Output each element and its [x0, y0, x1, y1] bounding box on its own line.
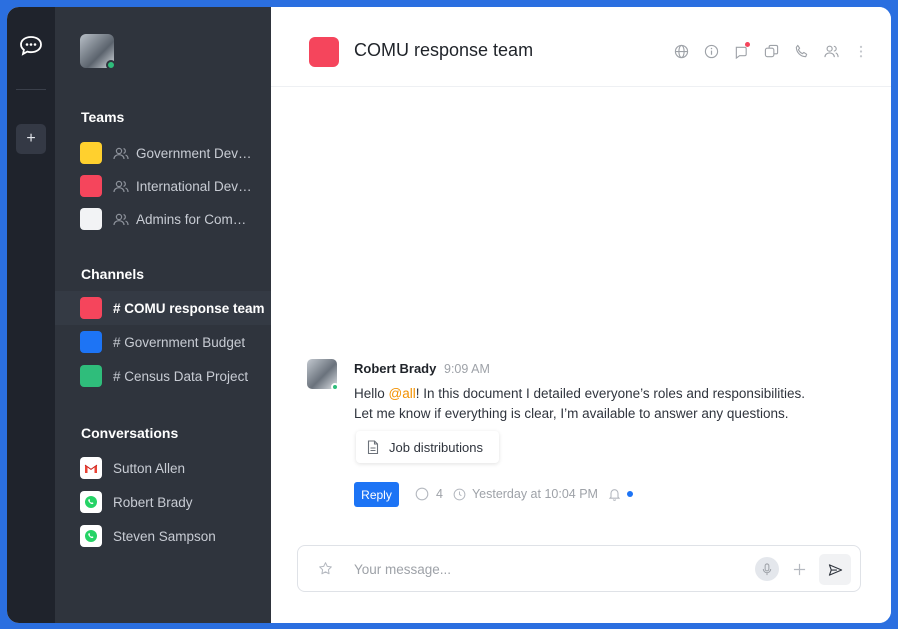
message-author-avatar[interactable] — [307, 359, 339, 391]
room-header: COMU response team — [271, 7, 891, 87]
last-reply-time: Yesterday at 10:04 PM — [453, 487, 598, 501]
sidebar-item-label: Steven Sampson — [113, 528, 216, 544]
channels-heading: Channels — [81, 266, 145, 282]
message-text: Let me know if everything is clear, I’m … — [354, 406, 789, 421]
room-title: COMU response team — [354, 40, 534, 60]
room-avatar — [309, 37, 339, 67]
mention-link[interactable]: @all — [389, 386, 416, 401]
sidebar-channel-comu-response-team[interactable]: # COMU response team — [55, 291, 271, 325]
reply-count[interactable]: 4 — [415, 487, 443, 501]
team-avatar — [80, 175, 102, 197]
gmail-icon — [80, 457, 102, 479]
sidebar: Teams Government Development Internation… — [55, 7, 271, 623]
follow-thread-button[interactable] — [608, 487, 633, 501]
channel-avatar — [80, 331, 102, 353]
team-icon — [113, 212, 129, 226]
workspace-rail: + — [7, 7, 55, 623]
sidebar-item-label: # Census Data Project — [113, 368, 249, 384]
document-icon — [367, 439, 379, 454]
message-text: ! In this document I detailed everyone’s… — [415, 386, 805, 401]
message-input[interactable] — [354, 558, 734, 580]
message-text: Hello — [354, 386, 389, 401]
globe-icon[interactable] — [673, 43, 689, 59]
last-reply-value: Yesterday at 10:04 PM — [471, 487, 598, 501]
unread-indicator — [745, 42, 750, 47]
send-button[interactable] — [819, 554, 851, 585]
clock-icon — [453, 488, 466, 500]
plus-icon[interactable] — [788, 558, 810, 580]
sidebar-item-label: # Government Budget — [113, 334, 246, 350]
star-icon[interactable] — [318, 561, 333, 576]
online-status-indicator — [106, 60, 116, 70]
rail-divider — [16, 89, 46, 90]
sidebar-item-label: # COMU response team — [113, 300, 265, 316]
chat-bubble-icon — [415, 487, 429, 501]
microphone-icon[interactable] — [755, 557, 779, 581]
room-main: COMU response team Robert Brady 9:09 AM … — [271, 7, 891, 623]
sidebar-conversation-robert-brady[interactable]: Robert Brady — [55, 485, 271, 519]
sidebar-item-label: International Development — [136, 178, 254, 194]
online-status-indicator — [331, 383, 339, 391]
sidebar-conversation-steven-sampson[interactable]: Steven Sampson — [55, 519, 271, 553]
info-icon[interactable] — [703, 43, 719, 59]
threads-icon[interactable] — [733, 42, 750, 59]
members-icon[interactable] — [823, 43, 839, 59]
sidebar-item-label: Government Development — [136, 145, 254, 161]
whatsapp-icon — [80, 525, 102, 547]
bell-icon — [608, 489, 621, 501]
reply-button[interactable]: Reply — [354, 482, 399, 507]
chat-logo-icon[interactable] — [18, 33, 44, 59]
attachment-name: Job distributions — [389, 439, 483, 455]
app-window: + Teams Government Development Internati… — [7, 7, 891, 623]
sidebar-channel-census-data-project[interactable]: # Census Data Project — [55, 359, 271, 393]
sidebar-team-international-development[interactable]: International Development — [55, 169, 271, 203]
sidebar-item-label: Robert Brady — [113, 494, 193, 510]
team-avatar — [80, 208, 102, 230]
room-toolbar — [673, 42, 869, 59]
add-workspace-button[interactable]: + — [16, 124, 46, 154]
teams-heading: Teams — [81, 109, 125, 125]
team-icon — [113, 179, 129, 193]
sidebar-team-government-development[interactable]: Government Development — [55, 136, 271, 170]
sidebar-channel-government-budget[interactable]: # Government Budget — [55, 325, 271, 359]
sidebar-item-label: Sutton Allen — [113, 460, 186, 476]
thread-metadata: 4 Yesterday at 10:04 PM — [415, 487, 633, 501]
call-icon[interactable] — [793, 43, 809, 59]
reply-count-value: 4 — [436, 487, 443, 501]
unread-indicator — [626, 491, 633, 497]
send-icon — [828, 563, 842, 576]
conversations-heading: Conversations — [81, 425, 179, 441]
whatsapp-icon — [80, 491, 102, 513]
message-body: Hello @all! In this document I detailed … — [354, 384, 824, 424]
user-avatar[interactable] — [80, 34, 116, 70]
channel-avatar — [80, 365, 102, 387]
sidebar-team-admins[interactable]: Admins for Community — [55, 202, 271, 236]
message-author[interactable]: Robert Brady — [354, 361, 436, 376]
team-avatar — [80, 142, 102, 164]
sidebar-conversation-sutton-allen[interactable]: Sutton Allen — [55, 451, 271, 485]
kebab-icon[interactable] — [853, 43, 869, 59]
team-icon — [113, 146, 129, 160]
sidebar-item-label: Admins for Community — [136, 211, 254, 227]
message-composer — [297, 545, 861, 592]
channel-avatar — [80, 297, 102, 319]
discussion-icon[interactable] — [763, 43, 779, 59]
message-timestamp: 9:09 AM — [444, 362, 490, 376]
file-attachment[interactable]: Job distributions — [356, 431, 499, 463]
